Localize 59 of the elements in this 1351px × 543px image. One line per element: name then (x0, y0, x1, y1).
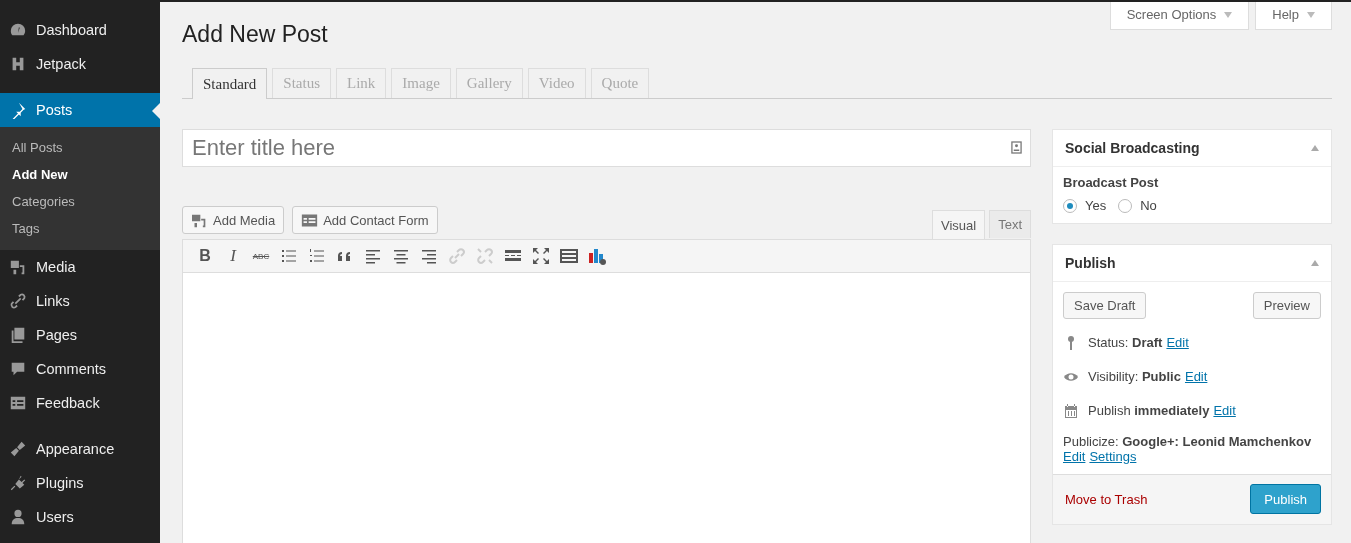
strike-button[interactable]: ABC (251, 246, 271, 266)
editor-tab[interactable]: Visual (931, 210, 986, 239)
sidebar-item[interactable]: Comments (0, 352, 160, 386)
submenu-item[interactable]: Add New (0, 161, 160, 188)
user-icon (9, 508, 27, 526)
chart-icon[interactable] (587, 246, 607, 266)
media-icon (9, 258, 27, 276)
calendar-icon (1063, 402, 1079, 419)
contact-card-icon (1011, 141, 1022, 154)
link-icon (9, 292, 27, 310)
sidebar-item[interactable]: Users (0, 500, 160, 534)
panel-title: Social Broadcasting (1065, 140, 1200, 156)
fullscreen-icon[interactable] (531, 246, 551, 266)
field-label: Broadcast Post (1063, 175, 1160, 190)
page-title: Add New Post (182, 20, 328, 49)
screen-meta-tab[interactable]: Help (1255, 2, 1332, 30)
plug-icon (9, 474, 27, 492)
publish-setting: Visibility: Public (1088, 369, 1181, 384)
publish-setting: Publish immediately (1088, 403, 1210, 418)
preview-button[interactable]: Preview (1252, 292, 1321, 319)
sidebar-item[interactable]: Appearance (0, 432, 160, 466)
bold-button[interactable]: B (195, 246, 215, 266)
sidebar-item[interactable]: Links (0, 284, 160, 318)
edit-link[interactable]: Edit (1166, 335, 1189, 350)
media-button[interactable]: Add Media (182, 206, 285, 234)
sidebar-item[interactable]: Media (0, 250, 160, 284)
dropdown-arrow-icon (1224, 11, 1233, 18)
publicize-link[interactable]: Edit (1063, 449, 1086, 464)
form-icon (9, 394, 27, 412)
media-button[interactable]: Add Contact Form (292, 206, 438, 234)
sidebar-item[interactable]: Jetpack (0, 47, 160, 81)
italic-button[interactable]: I (223, 246, 243, 266)
pages-icon (9, 326, 27, 344)
submenu-item[interactable]: All Posts (0, 134, 160, 161)
radio-option[interactable]: Yes (1063, 198, 1107, 213)
edit-link[interactable]: Edit (1213, 403, 1236, 418)
sidebar-item[interactable]: Pages (0, 318, 160, 352)
move-to-trash-link[interactable]: Move to Trash (1065, 491, 1148, 507)
save-draft-button[interactable]: Save Draft (1063, 292, 1147, 319)
publicize-link[interactable]: Settings (1089, 449, 1137, 464)
sidebar-item[interactable]: Feedback (0, 386, 160, 420)
media-icon (191, 212, 208, 228)
title-field[interactable]: Enter title here (182, 129, 1031, 167)
publish-setting: Status: Draft (1088, 335, 1163, 350)
panel-title: Publish (1065, 255, 1116, 271)
format-tab[interactable]: Standard (192, 68, 268, 99)
editor-tab[interactable]: Text (989, 210, 1031, 238)
form-icon (301, 212, 319, 228)
sidebar-item[interactable]: Posts (0, 93, 160, 127)
keyboard-icon[interactable] (559, 246, 579, 266)
radio-option[interactable]: No (1118, 198, 1157, 213)
publicize-text: Publicize: Google+: Leonid Mamchenkov (1063, 434, 1313, 449)
submenu-item[interactable]: Tags (0, 215, 160, 242)
sidebar-item[interactable]: Dashboard (0, 13, 160, 47)
screen-meta-tab[interactable]: Screen Options (1109, 2, 1250, 30)
edit-link[interactable]: Edit (1184, 369, 1208, 384)
submenu-item[interactable]: Categories (0, 188, 160, 215)
sidebar-item[interactable]: Plugins (0, 466, 160, 500)
dropdown-arrow-icon (1307, 11, 1315, 18)
